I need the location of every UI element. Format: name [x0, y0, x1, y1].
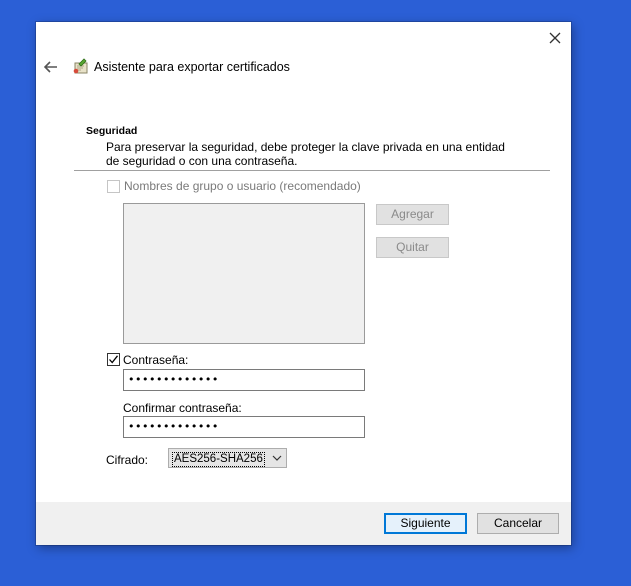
chevron-down-icon: [272, 455, 282, 461]
certificate-wizard-icon: [72, 58, 90, 76]
password-field[interactable]: •••••••••••••: [123, 369, 365, 391]
remove-button[interactable]: Quitar: [376, 237, 449, 258]
password-label: Contraseña:: [123, 353, 189, 367]
back-arrow-icon: [43, 61, 57, 73]
header-separator: [74, 170, 550, 171]
cancel-button[interactable]: Cancelar: [477, 513, 559, 534]
back-button[interactable]: [42, 58, 60, 76]
confirm-password-field[interactable]: •••••••••••••: [123, 416, 365, 438]
cipher-label: Cifrado:: [106, 453, 149, 467]
add-button[interactable]: Agregar: [376, 204, 449, 225]
confirm-password-label: Confirmar contraseña:: [123, 401, 242, 415]
cipher-select[interactable]: AES256-SHA256: [168, 448, 287, 468]
next-button[interactable]: Siguiente: [384, 513, 467, 534]
dialog-footer: Siguiente Cancelar: [36, 502, 571, 545]
close-button[interactable]: [544, 28, 566, 48]
password-checkbox[interactable]: [107, 353, 120, 366]
close-icon: [549, 32, 561, 44]
group-names-checkbox[interactable]: [107, 180, 120, 193]
cipher-selected-value: AES256-SHA256: [172, 452, 265, 467]
group-names-label: Nombres de grupo o usuario (recomendado): [124, 179, 361, 193]
section-title: Seguridad: [86, 125, 138, 137]
section-description: Para preservar la seguridad, debe proteg…: [106, 140, 505, 168]
group-user-list[interactable]: [123, 203, 365, 344]
wizard-title: Asistente para exportar certificados: [94, 60, 290, 74]
export-certificate-dialog: Asistente para exportar certificados Seg…: [36, 22, 571, 545]
checkmark-icon: [109, 355, 119, 364]
